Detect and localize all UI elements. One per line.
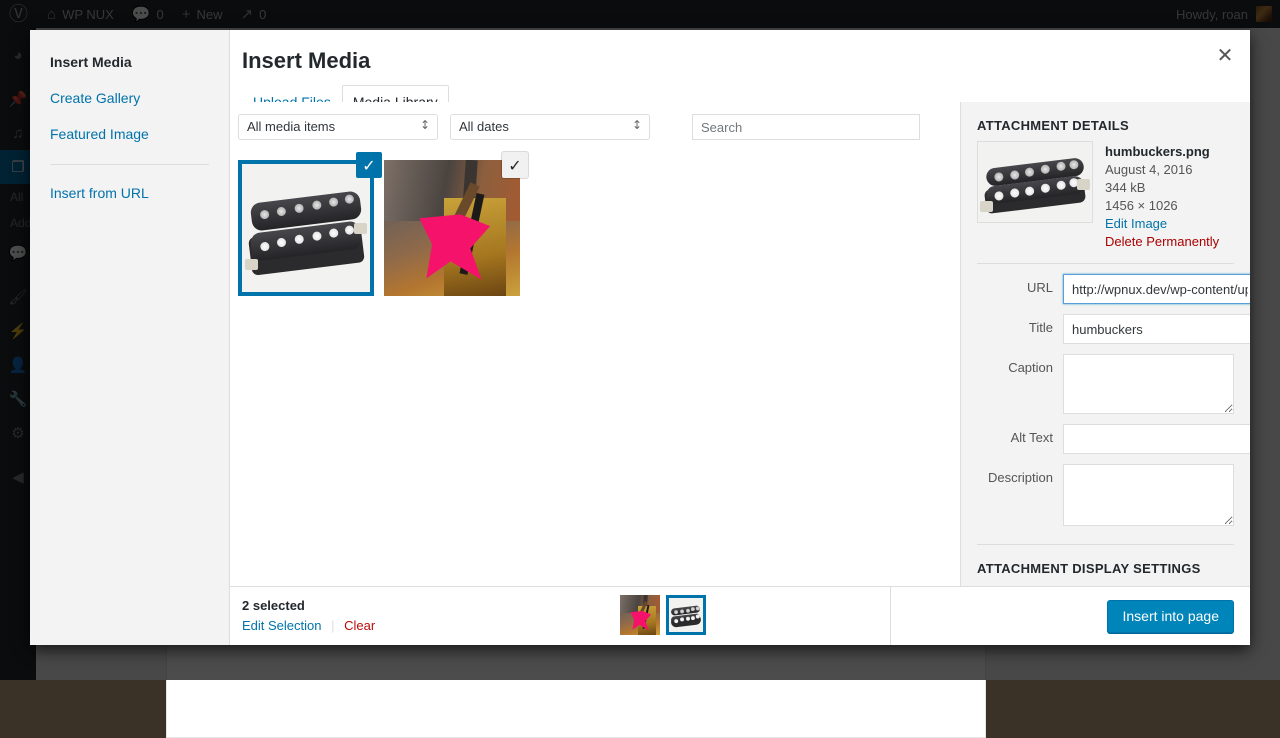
modal-menu-item-featured-image-label: Featured Image <box>50 126 149 142</box>
selection-info: 2 selected Edit Selection | Clear <box>242 597 375 635</box>
selected-count-label: 2 selected <box>242 597 375 615</box>
humbucker-pickup-image <box>978 142 1092 222</box>
setting-alt-text: Alt Text <box>977 424 1234 454</box>
selection-thumb-pink-guitar[interactable] <box>620 595 660 635</box>
attachments-browser: All media items All dates <box>230 102 961 586</box>
delete-permanently-link[interactable]: Delete Permanently <box>1105 233 1219 251</box>
attachment-details-heading: ATTACHMENT DETAILS <box>977 102 1234 141</box>
modal-frame-body: All media items All dates <box>230 102 1250 586</box>
title-label: Title <box>977 314 1063 336</box>
attachment-meta: humbuckers.png August 4, 2016 344 kB 145… <box>1105 141 1219 251</box>
date-filter-wrap: All dates <box>450 114 650 140</box>
humbucker-pickup-image <box>242 164 370 292</box>
checkmark-icon[interactable]: ✓ <box>502 152 528 178</box>
url-field[interactable] <box>1063 274 1250 304</box>
attachment-thumbnail <box>242 164 370 292</box>
date-filter[interactable]: All dates <box>450 114 650 140</box>
selection-thumb-humbuckers[interactable] <box>666 595 706 635</box>
modal-menu-item-insert-from-url[interactable]: Insert from URL <box>30 175 229 211</box>
attachment-thumbnail <box>384 160 520 296</box>
modal-menu-item-create-gallery-label: Create Gallery <box>50 90 140 106</box>
setting-url: URL <box>977 274 1234 304</box>
attachment-item-pink-guitar[interactable]: ✓ <box>384 160 520 296</box>
setting-caption: Caption <box>977 354 1234 414</box>
media-sidebar: ATTACHMENT DETAILS <box>961 102 1250 586</box>
setting-description: Description <box>977 464 1234 526</box>
selection-thumbnails <box>620 595 706 635</box>
pink-guitar-image <box>384 160 520 296</box>
humbucker-pickup-image <box>669 598 703 632</box>
insert-media-modal: ✕ Insert Media Create Gallery Featured I… <box>30 30 1250 645</box>
media-type-filter[interactable]: All media items <box>238 114 438 140</box>
modal-menu: Insert Media Create Gallery Featured Ima… <box>30 30 230 645</box>
checkmark-icon[interactable]: ✓ <box>356 152 382 178</box>
modal-menu-item-create-gallery[interactable]: Create Gallery <box>30 80 229 116</box>
modal-menu-item-insert-from-url-label: Insert from URL <box>50 185 149 201</box>
attachments-grid: ✓ ✓ <box>230 152 960 586</box>
attachment-dimensions: 1456 × 1026 <box>1105 197 1219 215</box>
attachment-item-humbuckers[interactable]: ✓ <box>238 160 374 296</box>
modal-menu-item-insert-media-label: Insert Media <box>50 54 132 70</box>
pink-guitar-image <box>620 595 660 635</box>
attachment-info: humbuckers.png August 4, 2016 344 kB 145… <box>977 141 1234 264</box>
description-label: Description <box>977 464 1063 486</box>
edit-image-link[interactable]: Edit Image <box>1105 215 1219 233</box>
attachment-filename: humbuckers.png <box>1105 143 1219 161</box>
attachment-filesize: 344 kB <box>1105 179 1219 197</box>
modal-menu-item-insert-media[interactable]: Insert Media <box>30 44 229 80</box>
attachment-display-settings-heading: ATTACHMENT DISPLAY SETTINGS <box>977 545 1234 584</box>
attachment-details-thumbnail <box>977 141 1093 223</box>
selection-separator: | <box>325 618 340 633</box>
caption-field[interactable] <box>1063 354 1234 414</box>
toolbar-divider <box>890 587 891 645</box>
caption-label: Caption <box>977 354 1063 376</box>
modal-menu-item-featured-image[interactable]: Featured Image <box>30 116 229 152</box>
alt-text-field[interactable] <box>1063 424 1250 454</box>
setting-title: Title <box>977 314 1234 344</box>
clear-selection-link[interactable]: Clear <box>344 618 375 633</box>
search-input[interactable] <box>692 114 920 140</box>
media-filter-wrap: All media items <box>238 114 438 140</box>
title-field[interactable] <box>1063 314 1250 344</box>
selection-links: Edit Selection | Clear <box>242 617 375 635</box>
insert-into-page-button[interactable]: Insert into page <box>1107 600 1234 633</box>
modal-menu-divider <box>50 164 209 165</box>
media-toolbar: All media items All dates <box>230 102 960 152</box>
page-title: Insert Media <box>230 30 1250 76</box>
attachment-date: August 4, 2016 <box>1105 161 1219 179</box>
edit-selection-link[interactable]: Edit Selection <box>242 618 322 633</box>
modal-content: Insert Media Upload Files Media Library … <box>230 30 1250 645</box>
url-label: URL <box>977 274 1063 296</box>
alt-text-label: Alt Text <box>977 424 1063 446</box>
modal-footer-toolbar: 2 selected Edit Selection | Clear <box>230 586 1250 645</box>
description-field[interactable] <box>1063 464 1234 526</box>
